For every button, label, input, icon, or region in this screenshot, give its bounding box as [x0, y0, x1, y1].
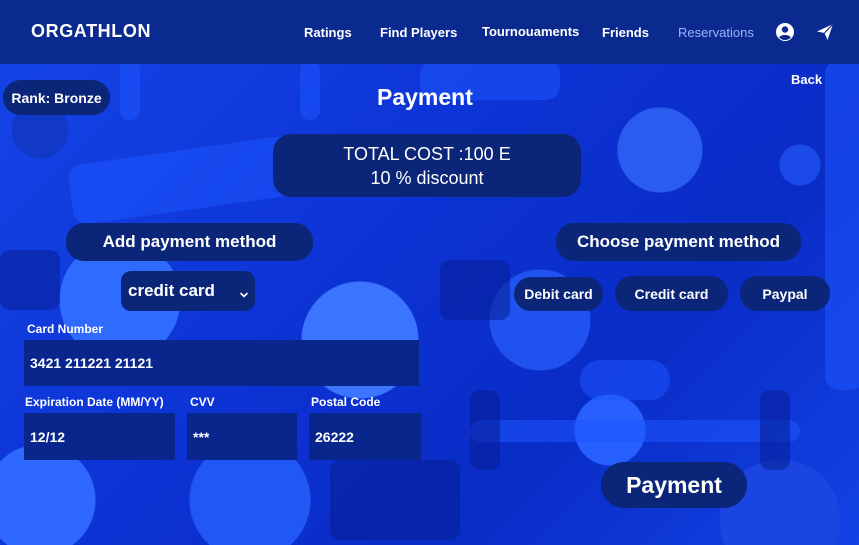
submit-payment-button[interactable]: Payment — [601, 462, 747, 508]
brand-logo[interactable]: ORGATHLON — [31, 21, 151, 42]
nav-item-reservations[interactable]: Reservations — [678, 25, 754, 40]
nav-item-find-players[interactable]: Find Players — [380, 25, 457, 40]
choose-payment-method-label: Choose payment method — [576, 232, 781, 251]
card-number-label: Card Number — [27, 322, 104, 336]
paypal-option-button[interactable]: Paypal — [740, 276, 830, 311]
back-link[interactable]: Back — [791, 72, 822, 87]
send-icon[interactable] — [815, 22, 835, 42]
choose-payment-method-heading: Choose payment method — [556, 223, 801, 261]
rank-label: Rank: Bronze — [11, 89, 102, 106]
page-title: Payment — [377, 84, 473, 110]
cvv-field[interactable]: *** — [187, 413, 297, 460]
payment-type-value: credit card — [128, 281, 215, 300]
credit-card-option-button[interactable]: Credit card — [615, 276, 728, 311]
user-circle-icon[interactable] — [775, 22, 795, 42]
nav-item-ratings[interactable]: Ratings — [304, 25, 352, 40]
paypal-option-label: Paypal — [762, 285, 808, 302]
postal-code-label: Postal Code — [311, 395, 381, 409]
card-number-field[interactable]: 3421 211221 21121 — [24, 340, 419, 386]
add-payment-method-heading: Add payment method — [66, 223, 313, 261]
credit-card-option-label: Credit card — [634, 285, 709, 302]
total-cost-text: TOTAL COST :100 E — [343, 143, 511, 164]
cvv-label: CVV — [190, 395, 215, 409]
payment-type-select[interactable]: credit card — [121, 271, 255, 311]
debit-card-option-button[interactable]: Debit card — [514, 277, 603, 311]
submit-payment-label: Payment — [626, 471, 722, 498]
expiration-label: Expiration Date (MM/YY) — [25, 395, 164, 409]
debit-card-option-label: Debit card — [524, 286, 593, 302]
rank-badge: Rank: Bronze — [3, 80, 110, 115]
expiration-field[interactable]: 12/12 — [24, 413, 175, 460]
nav-item-friends[interactable]: Friends — [602, 25, 649, 40]
add-payment-method-label: Add payment method — [102, 232, 277, 251]
chevron-down-icon — [239, 285, 249, 298]
top-nav-bar: ORGATHLON Ratings Find Players Tournouam… — [0, 0, 859, 64]
postal-code-field[interactable]: 26222 — [309, 413, 421, 460]
discount-text: 10 % discount — [370, 167, 484, 188]
total-cost-box: TOTAL COST :100 E 10 % discount — [273, 134, 581, 197]
nav-item-tournaments[interactable]: Tournouaments — [482, 24, 579, 39]
